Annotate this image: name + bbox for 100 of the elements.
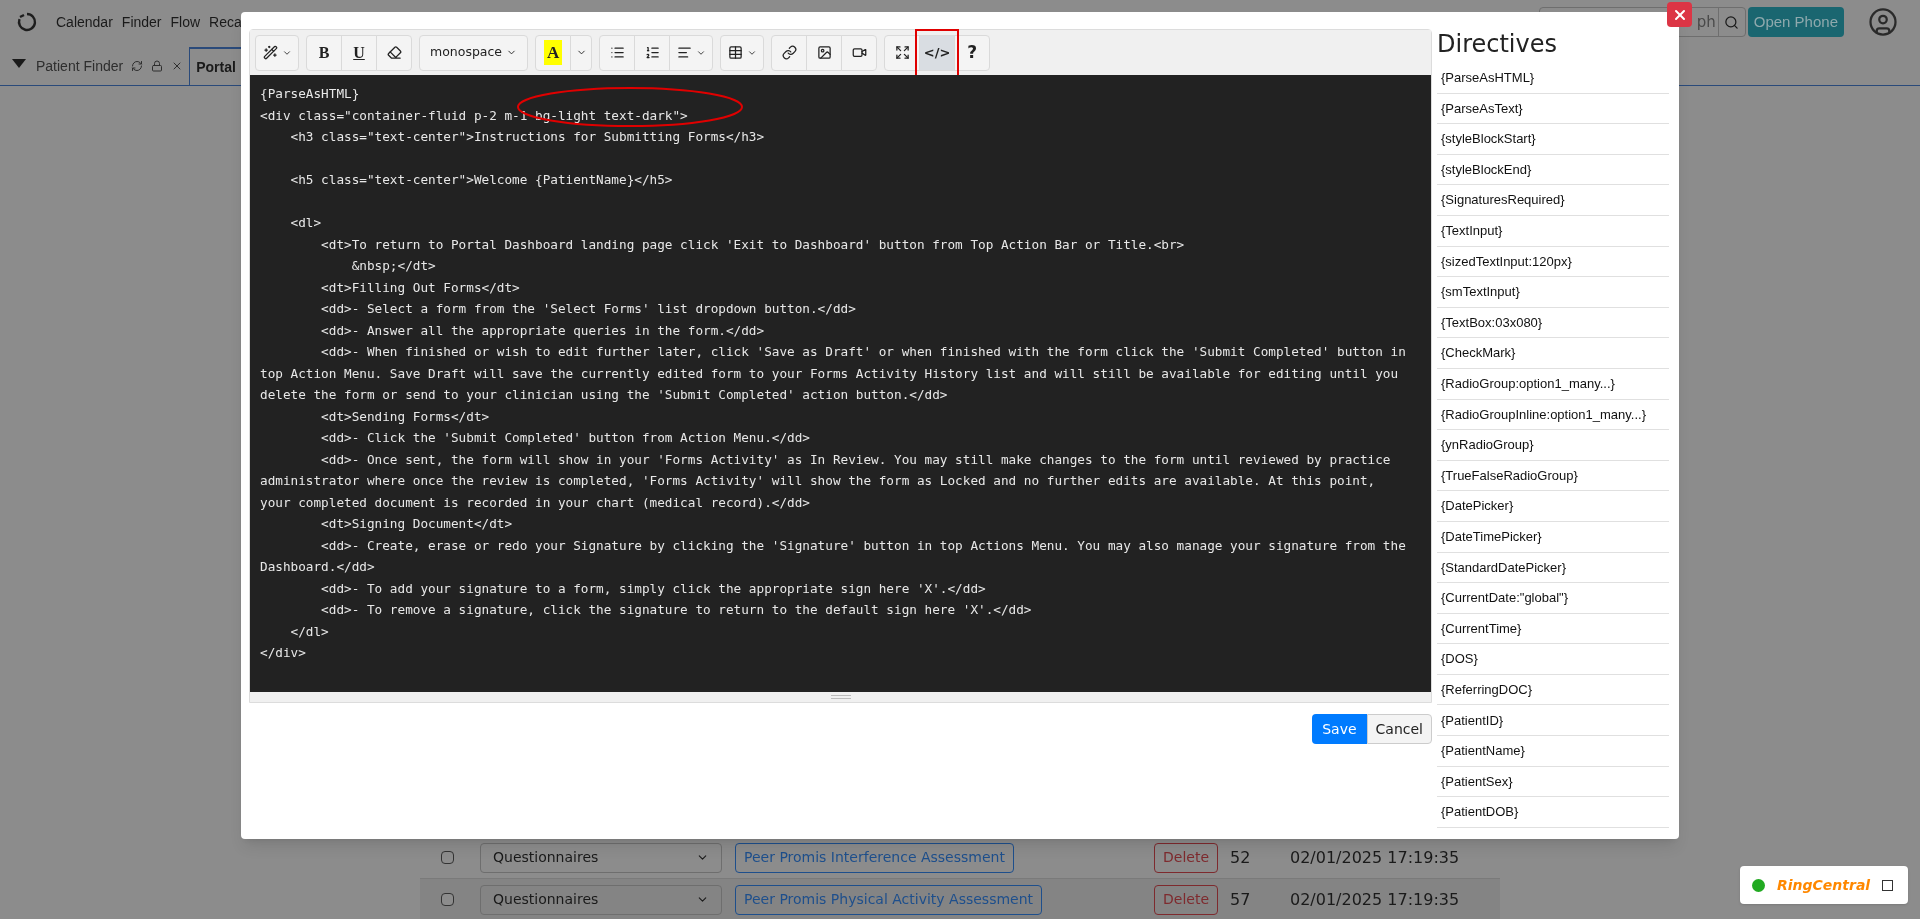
code-line: <dl> [289, 214, 322, 232]
directive-item[interactable]: {TrueFalseRadioGroup} [1437, 460, 1669, 492]
highlight-button[interactable]: A [535, 34, 572, 71]
fullscreen-button[interactable] [884, 34, 921, 71]
table-cell-text: 02/01/2025 17:19:35 [1289, 846, 1460, 869]
table-cell-text: 02/01/2025 17:19:35 [1289, 888, 1460, 911]
category-select[interactable]: Questionnaires [480, 884, 722, 915]
directives-title: Directives [1437, 29, 1558, 60]
directive-item[interactable]: {StandardDatePicker} [1437, 552, 1669, 584]
nav-link[interactable]: Calendar [56, 11, 113, 33]
row-checkbox[interactable] [440, 851, 454, 864]
code-line: <dd>- When finished or wish to edit further later, click 'Save as Draft' or when finished with the form click the 'Submit Completed' button in [320, 343, 1406, 361]
bold-button[interactable]: B [306, 34, 342, 71]
code-line: <dt>Filling Out Forms</dt> [320, 278, 520, 297]
eraser-button[interactable] [376, 34, 412, 71]
cancel-button[interactable]: Cancel [1366, 714, 1432, 744]
code-line: </dl> [289, 622, 329, 641]
table-cell-text: 57 [1229, 888, 1252, 911]
code-line: <dd>- Select a form from the 'Select Forms' list dropdown button.</dd> [320, 300, 856, 318]
nav-link[interactable]: Reca [209, 11, 242, 33]
code-line: <dd>- Answer all the appropriate queries in the form.</dd> [320, 321, 765, 340]
code-line: <div class="container-fluid p-2 m-1 bg-light text-dark"> [260, 106, 688, 125]
table-cell-text: 52 [1229, 846, 1252, 869]
directive-item[interactable]: {PatientName} [1437, 736, 1669, 767]
picture-icon [816, 45, 832, 60]
code-line: <dt>Sending Forms</dt> [320, 407, 490, 426]
logo-icon [16, 11, 38, 33]
bullets-button[interactable] [599, 34, 636, 71]
font-select[interactable]: monospace [419, 34, 529, 71]
code-line: &nbsp;</dt> [350, 257, 436, 275]
directive-item[interactable]: {PatientSex} [1437, 766, 1669, 798]
code-line: top Action Menu. Save Draft will save the currently edited form to your Forms Activity History list and will still be available for editing until you [260, 364, 1399, 383]
video-icon [851, 45, 867, 60]
lock-icon [151, 60, 164, 72]
numbers-icon [644, 45, 660, 60]
underline-button[interactable]: U [341, 34, 377, 71]
directive-item[interactable]: {DOS} [1437, 644, 1669, 675]
search-icon [1724, 14, 1740, 30]
directive-item[interactable]: {styleBlockEnd} [1437, 154, 1669, 186]
directive-item[interactable]: {DatePicker} [1437, 491, 1669, 522]
directive-item[interactable]: {ReferringDOC} [1437, 674, 1669, 706]
brand-name: RingCentral [1777, 875, 1871, 895]
code-line: </div> [260, 644, 306, 662]
directive-item[interactable]: {PatientDOB} [1437, 797, 1669, 828]
close-button[interactable] [1667, 2, 1692, 27]
code-line: <dd>- Create, erase or redo your Signature by clicking the 'Signature' button in top Actions Menu. You may also manage your signature from the [320, 536, 1406, 555]
code-view-button[interactable]: </> [919, 34, 956, 71]
directive-item[interactable]: {ParseAsText} [1437, 93, 1669, 125]
link-button[interactable] [771, 34, 808, 71]
align-button[interactable] [669, 34, 714, 71]
magic-button[interactable] [255, 34, 299, 71]
user-avatar-icon [1868, 7, 1898, 37]
directive-item[interactable]: {SignaturesRequired} [1437, 185, 1669, 216]
search-button[interactable] [1717, 7, 1746, 37]
directive-item[interactable]: {ParseAsHTML} [1437, 63, 1669, 94]
code-line: <dd>- Once sent, the form will show in your 'Forms Activity' as In Review. You may still make changes to the form until reviewed by practice [320, 450, 1391, 469]
tab[interactable]: Patient Finder [30, 47, 190, 85]
code-line: <h3 class="text-center">Instructions for Submitting Forms</h3> [289, 128, 765, 146]
directive-item[interactable]: {ynRadioGroup} [1437, 430, 1669, 461]
numbers-button[interactable] [634, 34, 671, 71]
directive-item[interactable]: {TextBox:03x080} [1437, 307, 1669, 339]
code-line: <dd>- To add your signature to a form, simply click the appropriate sign here 'X'.</dd> [320, 579, 986, 598]
link-icon [781, 45, 797, 60]
code-editor[interactable] [250, 75, 1431, 692]
directive-item[interactable]: {CurrentDate:"global"} [1437, 583, 1669, 614]
code-line: <dt>To return to Portal Dashboard landing page click 'Exit to Dashboard' button from Top Action Bar or Title.<br> [320, 235, 1185, 254]
directive-item[interactable]: {DateTimePicker} [1437, 521, 1669, 553]
code-line: <h5 class="text-center">Welcome {PatientName}</h5> [289, 171, 673, 189]
category-select[interactable]: Questionnaires [480, 842, 722, 873]
directive-item[interactable]: {CurrentTime} [1437, 613, 1669, 645]
code-line: delete the form or send to your clinician using the 'Submit Completed' action button.</dd> [260, 386, 948, 404]
directive-item[interactable]: {smTextInput} [1437, 277, 1669, 308]
code-line: {ParseAsHTML} [260, 85, 360, 103]
row-checkbox[interactable] [440, 893, 454, 906]
nav-link[interactable]: Flow [170, 11, 201, 33]
video-button[interactable] [841, 34, 878, 71]
code-line: administrator where once the review is completed, 'Forms Activity' will show the form as Locked and no further edits are available. At this point, [260, 472, 1376, 490]
table-button[interactable] [720, 34, 765, 71]
refresh-icon [131, 60, 144, 72]
code-line: your completed document is recorded in your chart (medical record).</dd> [260, 493, 810, 512]
directive-item[interactable]: {RadioGroup:option1_many...} [1437, 368, 1669, 400]
resize-handle[interactable] [250, 692, 1431, 702]
table-icon [727, 45, 743, 60]
directive-item[interactable]: {TextInput} [1437, 215, 1669, 247]
picture-button[interactable] [806, 34, 843, 71]
directive-item[interactable]: {sizedTextInput:120px} [1437, 246, 1669, 278]
align-icon [676, 45, 692, 60]
directive-item[interactable]: {PatientID} [1437, 705, 1669, 737]
bullets-icon [609, 45, 625, 60]
wand-icon [262, 45, 278, 60]
code-line: <dd>- Click the 'Submit Completed' button from Action Menu.</dd> [320, 429, 810, 447]
collapse-icon [12, 59, 26, 69]
directive-item[interactable]: {styleBlockStart} [1437, 124, 1669, 155]
directive-item[interactable]: {CheckMark} [1437, 338, 1669, 369]
nav-link[interactable]: Finder [121, 11, 162, 33]
save-button[interactable]: Save [1312, 714, 1367, 744]
code-line: <dt>Signing Document</dt> [320, 515, 513, 533]
code-line: <dd>- To remove a signature, click the signature to return to the default sign here 'X'.</dd> [320, 601, 1032, 619]
maximize-icon [1882, 879, 1894, 891]
directive-item[interactable]: {RadioGroupInline:option1_many...} [1437, 399, 1669, 431]
